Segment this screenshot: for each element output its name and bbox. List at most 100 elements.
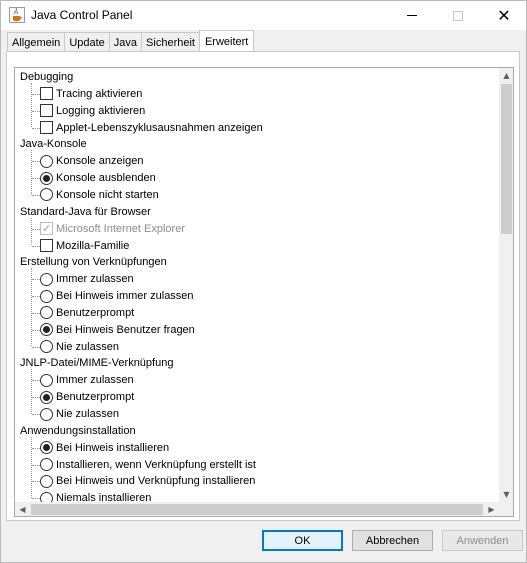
tree-connector-line <box>32 279 40 281</box>
tree-option-nie-zulassen[interactable]: Nie zulassen <box>15 339 499 355</box>
option-control[interactable]: Konsole ausblenden <box>40 171 156 185</box>
tree-option-konsole-ausblenden[interactable]: Konsole ausblenden <box>15 170 499 186</box>
tree-connector-line <box>32 178 40 180</box>
radio-button[interactable] <box>40 272 53 286</box>
option-control[interactable]: Applet-Lebenszyklusausnahmen anzeigen <box>40 121 263 135</box>
radio-button[interactable] <box>40 474 53 488</box>
maximize-icon <box>453 10 463 21</box>
tree-option-bei-hinweis-installieren[interactable]: Bei Hinweis installieren <box>15 440 499 456</box>
minimize-icon <box>407 15 417 16</box>
radio-button-selected[interactable] <box>40 171 53 185</box>
close-button[interactable]: ✕ <box>481 1 527 30</box>
scroll-down-icon[interactable]: ▼ <box>499 487 513 502</box>
minimize-button[interactable] <box>389 1 435 30</box>
option-control[interactable]: Konsole nicht starten <box>40 188 159 202</box>
java-cup-icon <box>9 7 25 23</box>
tree-option-tracing-aktivieren[interactable]: Tracing aktivieren <box>15 86 499 102</box>
option-control[interactable]: Bei Hinweis und Verknüpfung installieren <box>40 474 255 488</box>
option-control[interactable]: Nie zulassen <box>40 340 119 354</box>
radio-button[interactable] <box>40 289 53 303</box>
tree-option-bei-hinweis-benutzer-fragen[interactable]: Bei Hinweis Benutzer fragen <box>15 322 499 338</box>
option-control[interactable]: Bei Hinweis installieren <box>40 441 169 455</box>
tree-option-konsole-nicht-starten[interactable]: Konsole nicht starten <box>15 187 499 203</box>
apply-button[interactable]: Anwenden <box>442 530 523 551</box>
scroll-right-icon[interactable]: ▶ <box>484 502 499 516</box>
tree-option-benutzerprompt[interactable]: Benutzerprompt <box>15 305 499 321</box>
option-control[interactable]: Nie zulassen <box>40 407 119 421</box>
radio-dot-icon <box>43 326 50 334</box>
option-control[interactable]: Bei Hinweis immer zulassen <box>40 289 194 303</box>
checkbox[interactable] <box>40 121 53 135</box>
radio-button[interactable] <box>40 458 53 472</box>
tree-connector-line <box>32 481 40 483</box>
option-control[interactable]: Bei Hinweis Benutzer fragen <box>40 323 195 337</box>
option-control[interactable]: ✓ Microsoft Internet Explorer <box>40 222 185 236</box>
tree-option-applet-lebenszyklusausnahmen-anzeigen[interactable]: Applet-Lebenszyklusausnahmen anzeigen <box>15 120 499 136</box>
option-control[interactable]: Immer zulassen <box>40 272 134 286</box>
radio-button[interactable] <box>40 154 53 168</box>
tab-java[interactable]: Java <box>108 32 143 52</box>
window-title: Java Control Panel <box>31 8 133 22</box>
tab-update[interactable]: Update <box>64 32 110 52</box>
tree-option-bei-hinweis-und-verknüpfung-installieren[interactable]: Bei Hinweis und Verknüpfung installieren <box>15 473 499 489</box>
radio-button[interactable] <box>40 340 53 354</box>
maximize-button[interactable] <box>435 1 481 30</box>
tree-option-mozilla-familie[interactable]: Mozilla-Familie <box>15 238 499 254</box>
radio-button[interactable] <box>40 491 53 502</box>
tree-option-immer-zulassen[interactable]: Immer zulassen <box>15 271 499 287</box>
title-bar[interactable]: Java Control Panel ✕ <box>1 1 526 30</box>
option-control[interactable]: Konsole anzeigen <box>40 154 143 168</box>
checkbox[interactable] <box>40 104 53 118</box>
option-label: Tracing aktivieren <box>56 87 143 100</box>
option-label: Konsole ausblenden <box>56 172 156 185</box>
tab-sicherheit[interactable]: Sicherheit <box>141 32 200 52</box>
option-control[interactable]: Installieren, wenn Verknüpfung erstellt … <box>40 458 256 472</box>
tree-option-konsole-anzeigen[interactable]: Konsole anzeigen <box>15 153 499 169</box>
vertical-scrollbar[interactable]: ▲ ▼ <box>499 68 513 502</box>
checkbox[interactable] <box>40 239 53 252</box>
option-control[interactable]: Immer zulassen <box>40 373 134 387</box>
radio-button-selected[interactable] <box>40 441 53 455</box>
checkbox[interactable] <box>40 87 53 101</box>
radio-button[interactable] <box>40 188 53 202</box>
option-control[interactable]: Benutzerprompt <box>40 390 134 404</box>
option-label: Applet-Lebenszyklusausnahmen anzeigen <box>56 121 263 134</box>
category-label: Java-Konsole <box>20 138 87 151</box>
ok-button[interactable]: OK <box>262 530 343 551</box>
tree-option-microsoft-internet-explorer[interactable]: ✓ Microsoft Internet Explorer <box>15 221 499 237</box>
tree-option-logging-aktivieren[interactable]: Logging aktivieren <box>15 103 499 119</box>
tree-option-immer-zulassen[interactable]: Immer zulassen <box>15 372 499 388</box>
horizontal-scroll-thumb[interactable] <box>31 504 483 515</box>
tree-option-installieren-wenn-verknüpfung-erstellt-ist[interactable]: Installieren, wenn Verknüpfung erstellt … <box>15 457 499 473</box>
tab-erweitert[interactable]: Erweitert <box>198 30 255 52</box>
tree-category-debugging: Debugging <box>15 69 499 85</box>
tree-connector-line <box>32 110 40 112</box>
tree-connector-line <box>32 397 40 399</box>
tree-option-bei-hinweis-immer-zulassen[interactable]: Bei Hinweis immer zulassen <box>15 288 499 304</box>
category-label: Standard-Java für Browser <box>20 205 151 218</box>
radio-button-selected[interactable] <box>40 390 53 404</box>
tab-allgemein[interactable]: Allgemein <box>7 32 66 52</box>
option-label: Microsoft Internet Explorer <box>56 222 185 235</box>
option-control[interactable]: Niemals installieren <box>40 491 151 502</box>
option-label: Benutzerprompt <box>56 306 135 319</box>
tree-option-nie-zulassen[interactable]: Nie zulassen <box>15 406 499 422</box>
cancel-button[interactable]: Abbrechen <box>352 530 433 551</box>
option-control[interactable]: Logging aktivieren <box>40 104 145 118</box>
scroll-up-icon[interactable]: ▲ <box>499 68 513 83</box>
radio-button[interactable] <box>40 373 53 387</box>
tree-connector-line <box>32 498 40 500</box>
option-control[interactable]: Tracing aktivieren <box>40 87 143 101</box>
radio-button[interactable] <box>40 306 53 320</box>
option-control[interactable]: Benutzerprompt <box>40 306 135 320</box>
vertical-scroll-thumb[interactable] <box>501 84 512 234</box>
tree-connector-line <box>32 245 40 247</box>
horizontal-scrollbar[interactable]: ◀ ▶ <box>15 502 499 516</box>
tree-connector-line <box>32 447 40 449</box>
tree-option-benutzerprompt[interactable]: Benutzerprompt <box>15 389 499 405</box>
scroll-left-icon[interactable]: ◀ <box>15 502 30 516</box>
radio-button[interactable] <box>40 407 53 421</box>
tree-option-niemals-installieren[interactable]: Niemals installieren <box>15 490 499 502</box>
option-control[interactable]: Mozilla-Familie <box>40 239 129 252</box>
radio-button-selected[interactable] <box>40 323 53 337</box>
